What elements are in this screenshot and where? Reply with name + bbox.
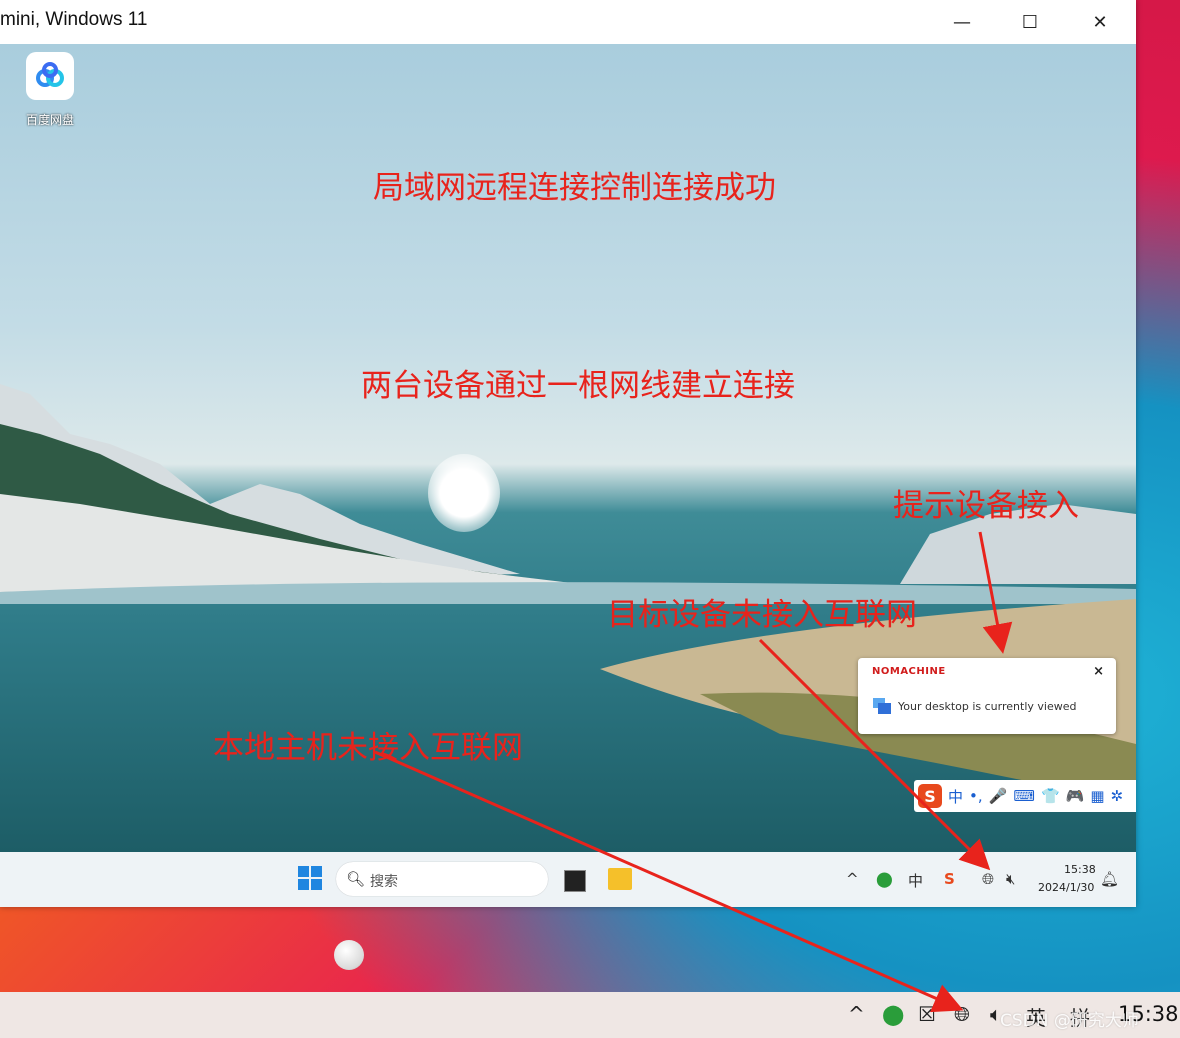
notification-close-button[interactable]: × — [1093, 664, 1104, 679]
nomachine-logo: NOMACHINE — [872, 666, 946, 677]
remote-clock-date[interactable]: 2024/1/30 — [1038, 881, 1094, 894]
window-title: mini, Windows 11 — [0, 9, 148, 30]
baidu-netdisk-icon[interactable] — [26, 52, 74, 100]
ime-apps-icon[interactable]: ▦ — [1090, 787, 1104, 805]
ime-microphone-icon[interactable]: 🎤 — [989, 787, 1008, 805]
ime-settings-icon[interactable]: ✲ — [1111, 787, 1124, 805]
tray-ime-indicator[interactable]: 中 — [908, 870, 923, 891]
search-icon: 🔍︎ — [346, 870, 366, 888]
terminal-app-icon[interactable] — [564, 870, 586, 892]
sogou-ime-toolbar[interactable]: S 中 •, 🎤 ⌨ 👕 🎮 ▦ ✲ — [914, 780, 1136, 812]
host-network-disconnected-icon[interactable]: ☒ — [918, 1002, 936, 1026]
wallpaper-umbrella-knob — [334, 940, 364, 970]
close-icon: ✕ — [1092, 11, 1108, 33]
minimize-button[interactable]: — — [928, 0, 996, 44]
maximize-button[interactable]: ☐ — [996, 0, 1064, 44]
close-button[interactable]: ✕ — [1066, 0, 1134, 44]
ime-chinese-mode[interactable]: 中 — [948, 786, 963, 807]
sun-glow — [428, 454, 500, 532]
search-placeholder: 搜索 — [370, 874, 398, 890]
file-explorer-icon[interactable] — [608, 868, 632, 890]
host-tray-360-icon[interactable]: ⬤ — [882, 1002, 904, 1026]
csdn-watermark: CSDN @研究大师 — [1000, 1011, 1139, 1031]
remote-clock-time[interactable]: 15:38 — [1064, 863, 1096, 876]
nomachine-notification[interactable]: NOMACHINE × Your desktop is currently vi… — [858, 658, 1116, 734]
volume-muted-icon[interactable]: 🔇︎ — [1006, 870, 1015, 888]
notification-bell-icon[interactable]: 🔔︎ — [1100, 870, 1119, 888]
remote-desktop-view[interactable]: 百度网盘 局域网远程连接控制连接成功 两台设备通过一根网线建立连接 提示设备接入… — [0, 44, 1136, 852]
annotation-device-prompt: 提示设备接入 — [893, 488, 1079, 524]
tray-sogou-icon[interactable]: S — [944, 870, 955, 888]
host-network-globe-icon[interactable]: 🌐︎ — [954, 1002, 970, 1026]
maximize-icon: ☐ — [1021, 11, 1039, 33]
annotation-connection-success: 局域网远程连接控制连接成功 — [373, 170, 776, 206]
windows-start-icon[interactable] — [298, 866, 322, 890]
annotation-cable-connection: 两台设备通过一根网线建立连接 — [361, 368, 795, 404]
annotation-local-offline: 本地主机未接入互联网 — [213, 730, 523, 766]
ime-keyboard-icon[interactable]: ⌨ — [1013, 787, 1035, 805]
ime-punctuation-icon[interactable]: •, — [969, 787, 983, 805]
ime-game-icon[interactable]: 🎮 — [1066, 787, 1085, 805]
annotation-target-offline: 目标设备未接入互联网 — [607, 597, 917, 633]
window-titlebar[interactable]: mini, Windows 11 — ☐ ✕ — [0, 0, 1136, 44]
minimize-icon: — — [953, 11, 971, 33]
host-tray-chevron-icon[interactable]: ^ — [848, 1002, 865, 1026]
tray-chevron-icon[interactable]: ^ — [846, 870, 859, 888]
sogou-logo-icon[interactable]: S — [918, 784, 942, 808]
desktop-icon-label: 百度网盘 — [26, 113, 75, 127]
host-taskbar[interactable]: ^ ⬤ ☒ 🌐︎ 🔈︎ 英 拼 15:38 CSDN @研究大师 — [0, 992, 1180, 1038]
remote-desktop-window[interactable]: mini, Windows 11 — ☐ ✕ 百度网盘 局域网远程连接控制连接成… — [0, 0, 1136, 907]
remote-taskbar[interactable]: 🔍︎ 搜索 ^ ⬤ 中 S 🌐︎ 🔇︎ 15:38 2024/1/30 🔔︎ — [0, 852, 1136, 907]
ime-skin-icon[interactable]: 👕 — [1041, 787, 1060, 805]
tray-360-icon[interactable]: ⬤ — [876, 870, 893, 888]
notification-message: Your desktop is currently viewed — [898, 700, 1077, 713]
desktop-view-icon — [873, 698, 891, 714]
network-globe-icon[interactable]: 🌐︎ — [982, 870, 994, 888]
taskbar-search-box[interactable]: 🔍︎ 搜索 — [336, 862, 548, 896]
